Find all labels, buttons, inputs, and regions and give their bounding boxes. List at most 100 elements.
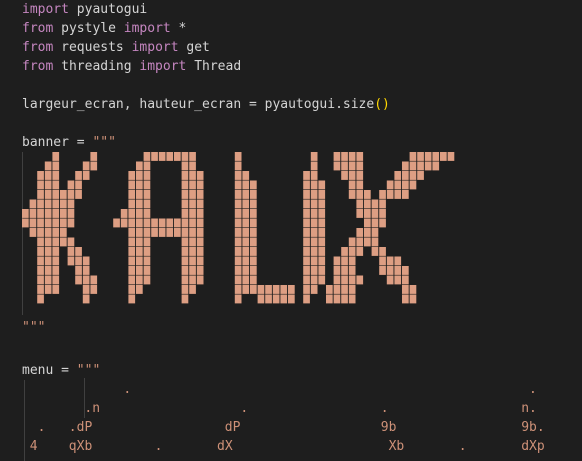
banner-block: [44, 275, 52, 285]
banner-block: [394, 266, 402, 275]
banner-block: [128, 256, 136, 266]
banner-block: [37, 266, 44, 275]
banner-block: [348, 152, 356, 161]
banner-block: [189, 209, 196, 218]
banner-block: [318, 256, 326, 266]
banner-block: [234, 180, 242, 190]
banner-block: [356, 152, 364, 161]
banner-block: [128, 171, 136, 180]
banner-block: [424, 161, 432, 171]
banner-block: [364, 237, 371, 247]
banner-block: [189, 171, 196, 180]
banner-block: [136, 256, 143, 266]
banner-block: [310, 199, 318, 209]
banner-block: [341, 285, 348, 294]
banner-block: [143, 275, 151, 285]
banner-block: [67, 180, 75, 190]
banner-block: [318, 247, 326, 256]
banner-block: [181, 275, 189, 285]
banner-block: [44, 199, 52, 209]
menu-art-glyph: .: [380, 401, 389, 416]
banner-block: [303, 171, 310, 180]
banner-block: [432, 152, 440, 161]
banner-block: [250, 237, 257, 247]
banner-block: [158, 228, 166, 237]
banner-block: [181, 256, 189, 266]
banner-block: [234, 237, 242, 247]
banner-block: [364, 199, 371, 209]
banner-block: [402, 161, 409, 171]
banner-block: [128, 266, 136, 275]
banner-block: [326, 285, 333, 294]
banner-block: [44, 285, 52, 294]
banner-block: [196, 247, 204, 256]
banner-block: [52, 152, 60, 161]
banner-block: [386, 275, 394, 285]
banner-block: [310, 171, 318, 180]
banner-block: [417, 152, 424, 161]
banner-block: [356, 161, 364, 171]
banner-block: [234, 209, 242, 218]
banner-block: [189, 228, 196, 237]
banner-block: [348, 190, 356, 199]
banner-block: [67, 209, 75, 218]
banner-block: [303, 209, 310, 218]
banner-block: [333, 152, 341, 161]
banner-block: [379, 209, 386, 218]
banner-block: [371, 247, 379, 256]
banner-block: [90, 152, 98, 161]
banner-block: [90, 275, 98, 285]
banner-block: [348, 171, 356, 180]
banner-block: [402, 275, 409, 285]
banner-block: [333, 266, 341, 275]
banner-block: [44, 180, 52, 190]
banner-block: [44, 266, 52, 275]
banner-block: [318, 209, 326, 218]
banner-block: [37, 285, 44, 294]
banner-block: [52, 218, 60, 228]
banner-block: [75, 190, 82, 199]
banner-block: [409, 180, 417, 190]
banner-block: [189, 190, 196, 199]
banner-block: [143, 180, 151, 190]
banner-block: [143, 228, 151, 237]
banner-block: [181, 228, 189, 237]
banner-block: [181, 180, 189, 190]
banner-block: [181, 152, 189, 161]
banner-block: [242, 171, 250, 180]
banner-block: [189, 247, 196, 256]
banner-block: [242, 209, 250, 218]
banner-block: [44, 218, 52, 228]
banner-block: [394, 256, 402, 266]
banner-block: [128, 209, 136, 218]
banner-block: [37, 247, 44, 256]
banner-block: [402, 171, 409, 180]
banner-ascii-art: [22, 152, 455, 315]
banner-block: [52, 161, 60, 171]
banner-block: [143, 237, 151, 247]
banner-block: [120, 218, 128, 228]
banner-block: [174, 228, 181, 237]
banner-block: [310, 209, 318, 218]
code-editor[interactable]: import pyautogui from pystyle import * f…: [0, 0, 582, 461]
banner-block: [379, 256, 386, 266]
banner-block: [318, 190, 326, 199]
banner-block: [166, 218, 174, 228]
banner-block: [394, 275, 402, 285]
banner-block: [136, 199, 143, 209]
banner-block: [75, 180, 82, 190]
banner-block: [310, 152, 318, 161]
banner-block: [250, 209, 257, 218]
banner-block: [250, 256, 257, 266]
banner-block: [136, 266, 143, 275]
banner-block: [189, 180, 196, 190]
banner-block: [52, 199, 60, 209]
banner-block: [82, 256, 90, 266]
banner-block: [242, 256, 250, 266]
banner-block: [356, 237, 364, 247]
banner-block: [75, 247, 82, 256]
banner-block: [348, 285, 356, 294]
banner-block: [348, 294, 356, 304]
banner-block: [348, 266, 356, 275]
menu-art-glyph: .: [154, 439, 163, 454]
